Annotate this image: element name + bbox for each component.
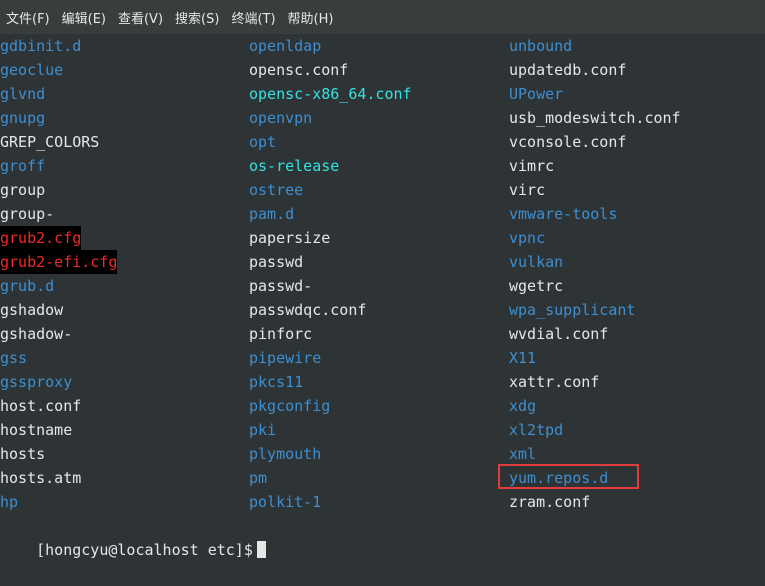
listing-entry: group-	[0, 205, 55, 223]
listing-entry: wvdial.conf	[509, 325, 609, 343]
text-cursor	[256, 541, 266, 558]
listing-entry: pam.d	[249, 205, 295, 223]
listing-entry: xdg	[509, 397, 537, 415]
listing-entry: group	[0, 181, 46, 199]
listing-entry: xml	[509, 445, 537, 463]
listing-entry: UPower	[509, 85, 564, 103]
listing-entry: updatedb.conf	[509, 61, 627, 79]
listing-entry: vconsole.conf	[509, 133, 627, 151]
listing-entry: vulkan	[509, 253, 564, 271]
listing-entry: pm	[249, 469, 268, 487]
listing-entry: pinforc	[249, 325, 313, 343]
menu-bar: 文件(F) 编辑(E) 查看(V) 搜索(S) 终端(T) 帮助(H)	[0, 0, 765, 34]
listing-entry: plymouth	[249, 445, 322, 463]
listing-entry: GREP_COLORS	[0, 133, 100, 151]
listing-entry: geoclue	[0, 61, 64, 79]
listing-entry: gnupg	[0, 109, 46, 127]
menu-edit[interactable]: 编辑(E)	[62, 8, 106, 27]
listing-entry: xl2tpd	[509, 421, 564, 439]
listing-entry: papersize	[249, 229, 331, 247]
listing-entry: openvpn	[249, 109, 313, 127]
listing-entry: vmware-tools	[509, 205, 618, 223]
shell-prompt[interactable]: [hongcyu@localhost etc]$	[0, 514, 266, 559]
listing-entry: polkit-1	[249, 493, 322, 511]
listing-entry: gss	[0, 349, 28, 367]
menu-search[interactable]: 搜索(S)	[175, 8, 219, 27]
listing-entry: pkgconfig	[249, 397, 331, 415]
menu-view[interactable]: 查看(V)	[118, 8, 163, 27]
prompt-text: [hongcyu@localhost etc]$	[36, 541, 253, 559]
listing-entry: wgetrc	[509, 277, 564, 295]
listing-entry: grub.d	[0, 277, 55, 295]
annotation-highlight-box	[498, 464, 639, 489]
menu-help[interactable]: 帮助(H)	[288, 8, 334, 27]
listing-entry: glvnd	[0, 85, 46, 103]
listing-entry: usb_modeswitch.conf	[509, 109, 681, 127]
terminal-output[interactable]: gdbinit.d geoclue glvnd gnupg GREP_COLOR…	[0, 34, 765, 559]
menu-terminal[interactable]: 终端(T)	[231, 8, 275, 27]
listing-entry: grub2.cfg	[0, 226, 82, 250]
listing-entry: pki	[249, 421, 277, 439]
listing-entry: unbound	[509, 37, 573, 55]
listing-entry: pkcs11	[249, 373, 304, 391]
listing-entry: virc	[509, 181, 546, 199]
listing-entry: X11	[509, 349, 537, 367]
listing-entry: gshadow	[0, 301, 64, 319]
listing-entry: opt	[249, 133, 277, 151]
listing-entry: os-release	[249, 157, 340, 175]
listing-entry: gdbinit.d	[0, 37, 82, 55]
listing-entry: vimrc	[509, 157, 555, 175]
listing-entry: groff	[0, 157, 46, 175]
listing-entry: hosts	[0, 445, 46, 463]
listing-entry: grub2-efi.cfg	[0, 250, 118, 274]
listing-entry: host.conf	[0, 397, 82, 415]
listing-entry: passwdqc.conf	[249, 301, 367, 319]
listing-entry: hosts.atm	[0, 469, 82, 487]
listing-entry: passwd	[249, 253, 304, 271]
listing-entry: zram.conf	[509, 493, 591, 511]
listing-entry: opensc.conf	[249, 61, 349, 79]
menu-file[interactable]: 文件(F)	[6, 8, 50, 27]
listing-entry: hp	[0, 493, 19, 511]
listing-entry: hostname	[0, 421, 73, 439]
listing-entry: opensc-x86_64.conf	[249, 85, 412, 103]
listing-entry: ostree	[249, 181, 304, 199]
listing-entry: gssproxy	[0, 373, 73, 391]
listing-entry: pipewire	[249, 349, 322, 367]
listing-entry: passwd-	[249, 277, 313, 295]
listing-entry: vpnc	[509, 229, 546, 247]
listing-entry: gshadow-	[0, 325, 73, 343]
listing-entry: openldap	[249, 37, 322, 55]
listing-entry: wpa_supplicant	[509, 301, 636, 319]
listing-entry: xattr.conf	[509, 373, 600, 391]
